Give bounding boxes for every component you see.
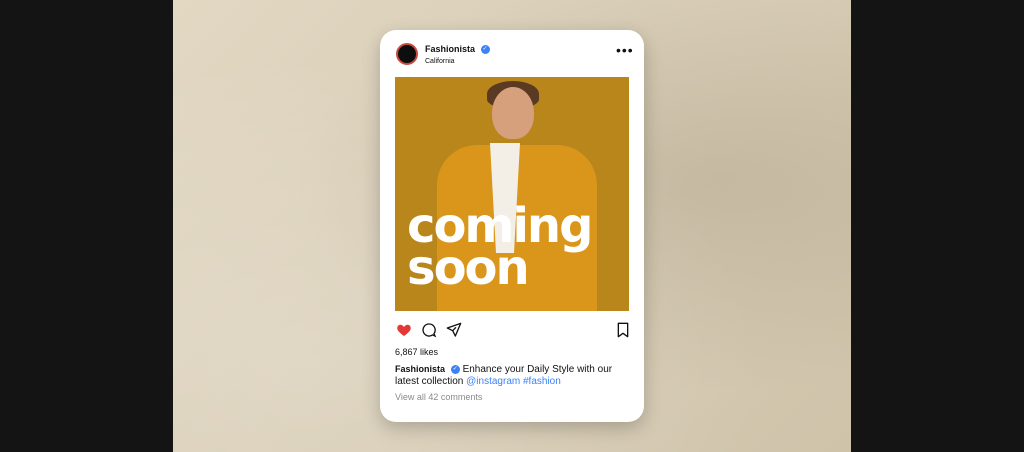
bookmark-icon[interactable] [616, 322, 630, 338]
verified-badge-icon: ✓ [480, 45, 490, 55]
likes-count[interactable]: 6,867 likes [395, 347, 438, 357]
post-caption: Fashionista ✓ Enhance your Daily Style w… [395, 363, 625, 388]
image-face [492, 87, 534, 139]
profile-avatar[interactable] [396, 43, 418, 65]
caption-username[interactable]: Fashionista [395, 364, 445, 374]
view-comments-link[interactable]: View all 42 comments [395, 392, 482, 402]
share-icon[interactable] [446, 322, 462, 338]
post-username[interactable]: Fashionista ✓ [425, 44, 490, 55]
instagram-post-card: Fashionista ✓ California ••• coming soon… [380, 30, 644, 422]
username-text[interactable]: Fashionista [425, 44, 475, 54]
caption-verified-icon: ✓ [450, 364, 460, 374]
post-image: coming soon [395, 77, 629, 311]
image-overlay-text: coming soon [407, 202, 617, 292]
heart-icon[interactable] [396, 322, 412, 338]
comment-icon[interactable] [421, 322, 437, 338]
more-options-icon[interactable]: ••• [616, 42, 634, 58]
caption-tag-fashion[interactable]: #fashion [523, 376, 561, 387]
post-location[interactable]: California [425, 58, 455, 65]
caption-tag-instagram[interactable]: @instagram [466, 376, 520, 387]
